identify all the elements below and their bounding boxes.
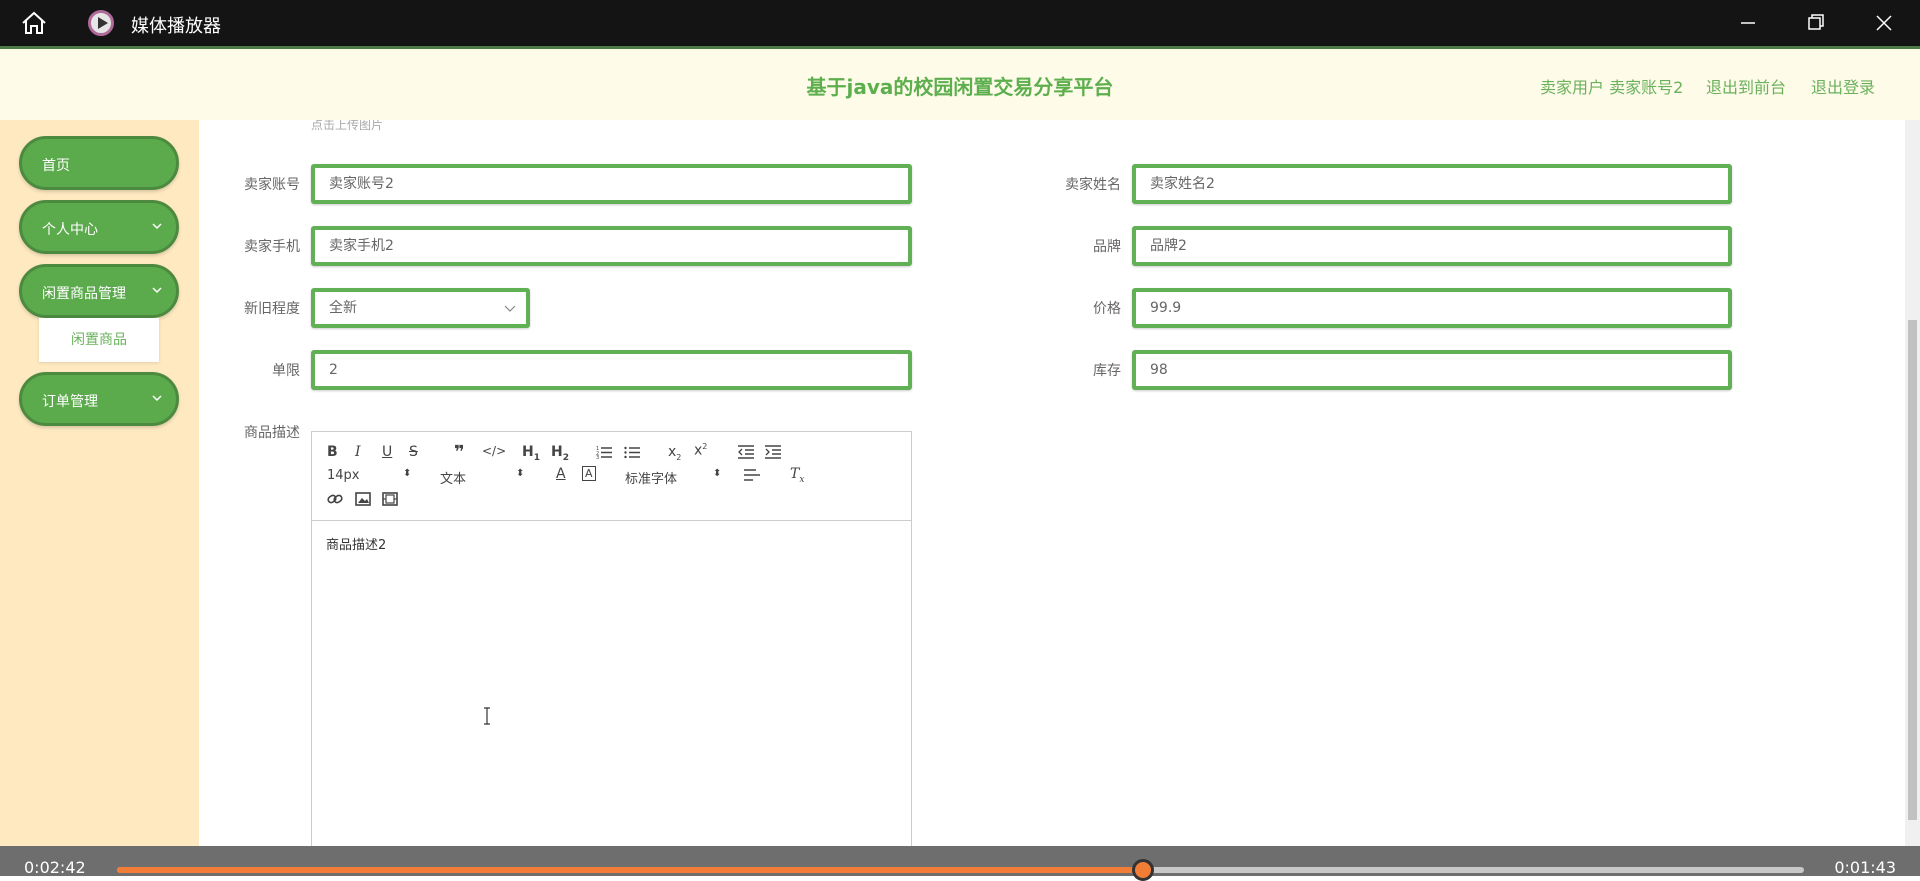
- heading-2-icon[interactable]: H2: [551, 444, 569, 463]
- clear-format-icon[interactable]: Tx: [790, 466, 804, 485]
- condition-select[interactable]: 全新: [311, 288, 530, 328]
- window-titlebar: 媒体播放器: [0, 0, 1920, 46]
- block-type-dropdown[interactable]: 文本 ⬍: [440, 468, 525, 487]
- font-size-dropdown[interactable]: 14px ⬍: [327, 468, 412, 483]
- blockquote-icon[interactable]: ❞: [454, 442, 465, 463]
- dropdown-arrows-icon: ⬍: [713, 468, 722, 479]
- seller-name-input[interactable]: 卖家姓名2: [1132, 164, 1732, 204]
- current-user-label: 卖家用户 卖家账号2: [1540, 78, 1684, 97]
- underline-icon[interactable]: U: [382, 444, 392, 460]
- svg-text:3: 3: [596, 455, 599, 459]
- price-label: 价格: [1093, 301, 1121, 317]
- image-icon[interactable]: [355, 492, 371, 506]
- italic-icon[interactable]: I: [355, 444, 361, 460]
- elapsed-time: 0:02:42: [24, 858, 86, 877]
- seller-account-input[interactable]: 卖家账号2: [311, 164, 912, 204]
- superscript-icon[interactable]: x2: [694, 442, 707, 459]
- seller-account-label: 卖家账号: [244, 177, 300, 193]
- seek-bar[interactable]: [117, 859, 1804, 881]
- media-player-bar: 0:02:42 0:01:43: [0, 846, 1920, 881]
- video-icon[interactable]: [382, 492, 398, 506]
- sidebar-item-home[interactable]: 首页: [19, 136, 179, 190]
- chevron-down-icon: [152, 223, 162, 230]
- condition-selected-value: 全新: [329, 300, 357, 316]
- sidebar-item-personal-center[interactable]: 个人中心: [19, 200, 179, 254]
- sidebar-item-order-management[interactable]: 订单管理: [19, 372, 179, 426]
- bullet-list-icon[interactable]: [624, 445, 640, 459]
- bold-icon[interactable]: B: [327, 444, 338, 460]
- description-label: 商品描述: [244, 425, 300, 441]
- chevron-down-icon: [152, 395, 162, 402]
- brand-label: 品牌: [1093, 239, 1121, 255]
- minimize-icon[interactable]: [1727, 8, 1767, 38]
- font-family-value: 标准字体: [625, 472, 678, 487]
- upload-hint: 点击上传图片: [311, 120, 384, 132]
- seller-phone-input[interactable]: 卖家手机2: [311, 226, 912, 266]
- media-player-app-icon: [88, 10, 114, 36]
- align-left-icon[interactable]: [744, 469, 760, 481]
- link-icon[interactable]: [327, 492, 343, 506]
- exit-to-front-link[interactable]: 退出到前台: [1706, 74, 1786, 98]
- chevron-down-icon: [152, 287, 162, 294]
- stock-label: 库存: [1093, 363, 1121, 379]
- seller-phone-label: 卖家手机: [244, 239, 300, 255]
- code-block-icon[interactable]: </>: [482, 444, 506, 458]
- logout-link[interactable]: 退出登录: [1811, 74, 1875, 98]
- stock-input[interactable]: 98: [1132, 350, 1732, 390]
- sidebar-item-label: 闲置商品管理: [42, 286, 126, 302]
- price-input[interactable]: 99.9: [1132, 288, 1732, 328]
- restore-icon[interactable]: [1795, 8, 1835, 38]
- vertical-scrollbar[interactable]: [1905, 120, 1920, 846]
- sidebar-subitem-idle-goods[interactable]: 闲置商品: [39, 318, 159, 362]
- outdent-icon[interactable]: [738, 445, 754, 459]
- seller-name-label: 卖家姓名: [1065, 177, 1121, 193]
- heading-1-icon[interactable]: H1: [522, 444, 540, 463]
- brand-input[interactable]: 品牌2: [1132, 226, 1732, 266]
- limit-input[interactable]: 2: [311, 350, 912, 390]
- chevron-down-icon: [504, 305, 516, 312]
- editor-content[interactable]: 商品描述2: [326, 534, 386, 553]
- main-content: 点击上传图片 卖家账号 卖家账号2 卖家姓名 卖家姓名2 卖家手机 卖家手机2 …: [199, 120, 1905, 846]
- subscript-icon[interactable]: x2: [668, 444, 681, 462]
- strikethrough-icon[interactable]: S: [409, 444, 418, 460]
- close-icon[interactable]: [1863, 8, 1903, 38]
- font-family-dropdown[interactable]: 标准字体 ⬍: [625, 468, 722, 487]
- scrollbar-thumb[interactable]: [1908, 320, 1917, 820]
- condition-label: 新旧程度: [244, 301, 300, 317]
- sidebar-item-label: 订单管理: [42, 394, 98, 410]
- block-type-value: 文本: [440, 472, 467, 487]
- window-title: 媒体播放器: [131, 16, 221, 37]
- rich-text-editor: B I U S ❞ </> H1 H2 123 x2 x2 14px ⬍ 文本 …: [311, 431, 912, 846]
- indent-icon[interactable]: [765, 445, 781, 459]
- remaining-time: 0:01:43: [1834, 858, 1896, 877]
- dropdown-arrows-icon: ⬍: [403, 468, 412, 479]
- font-color-icon[interactable]: A: [556, 466, 566, 482]
- background-color-icon[interactable]: A: [582, 466, 596, 481]
- seek-bar-handle[interactable]: [1131, 859, 1154, 881]
- editor-toolbar: B I U S ❞ </> H1 H2 123 x2 x2 14px ⬍ 文本 …: [312, 432, 911, 521]
- seek-bar-progress: [117, 867, 1143, 873]
- dropdown-arrows-icon: ⬍: [516, 468, 525, 479]
- text-cursor-icon: [484, 707, 490, 725]
- ordered-list-icon[interactable]: 123: [596, 445, 612, 459]
- sidebar-item-label: 首页: [42, 158, 70, 174]
- limit-label: 单限: [272, 363, 300, 379]
- home-icon[interactable]: [20, 11, 48, 35]
- app-header: 基于java的校园闲置交易分享平台 卖家用户 卖家账号2 退出到前台 退出登录: [0, 46, 1920, 120]
- sidebar: 首页 个人中心 闲置商品管理 闲置商品 订单管理: [0, 120, 199, 846]
- font-size-value: 14px: [327, 468, 360, 483]
- sidebar-item-label: 个人中心: [42, 222, 98, 238]
- sidebar-item-idle-goods-management[interactable]: 闲置商品管理: [19, 264, 179, 318]
